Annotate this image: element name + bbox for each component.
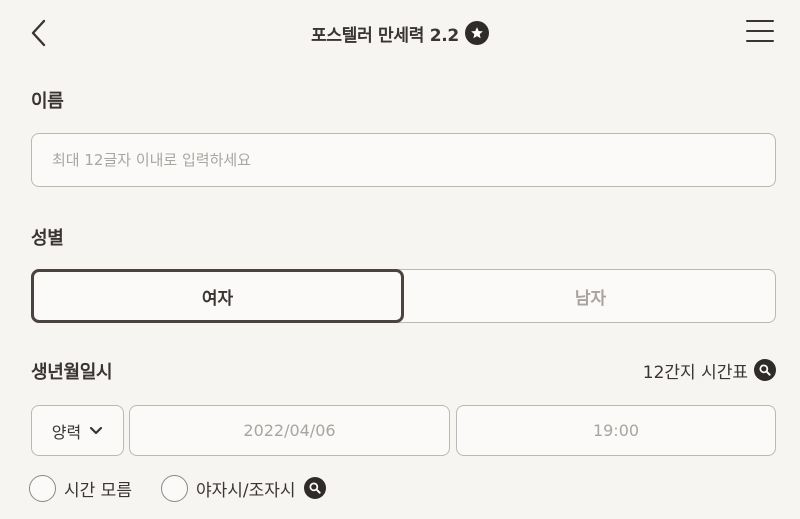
name-input[interactable] xyxy=(31,133,776,187)
gender-label: 성별 xyxy=(31,228,64,249)
night-time-label: 야자시/조자시 xyxy=(196,480,296,501)
search-icon xyxy=(754,359,776,381)
birth-time-field[interactable]: 19:00 xyxy=(456,405,776,456)
unknown-time-option[interactable]: 시간 모름 xyxy=(29,473,132,503)
night-time-option[interactable]: 야자시/조자시 xyxy=(161,473,326,503)
name-label: 이름 xyxy=(31,91,64,112)
calendar-type-select[interactable]: 양력 xyxy=(31,405,124,456)
timetable-link[interactable]: 12간지 시간표 xyxy=(643,357,776,383)
app-header: 포스텔러 만세력 2.2 xyxy=(0,0,800,64)
gender-female-button[interactable]: 여자 xyxy=(31,269,404,323)
page-title: 포스텔러 만세력 2.2 xyxy=(311,25,459,46)
chevron-down-icon xyxy=(90,426,103,434)
hamburger-menu-icon[interactable] xyxy=(746,20,774,42)
birth-date-placeholder: 2022/04/06 xyxy=(243,421,336,440)
title-group: 포스텔러 만세력 2.2 xyxy=(0,20,800,46)
birth-date-field[interactable]: 2022/04/06 xyxy=(129,405,450,456)
night-time-info-search-icon[interactable] xyxy=(303,477,326,499)
gender-toggle: 여자 남자 xyxy=(31,269,776,323)
unknown-time-radio[interactable] xyxy=(29,474,56,502)
calendar-type-value: 양력 xyxy=(51,422,82,442)
night-time-radio[interactable] xyxy=(161,474,188,502)
birth-label: 생년월일시 xyxy=(31,362,113,383)
timetable-link-text: 12간지 시간표 xyxy=(642,362,748,383)
unknown-time-label: 시간 모름 xyxy=(64,480,132,501)
gender-male-button[interactable]: 남자 xyxy=(404,269,777,323)
birth-time-placeholder: 19:00 xyxy=(592,421,640,440)
star-icon xyxy=(464,21,489,45)
